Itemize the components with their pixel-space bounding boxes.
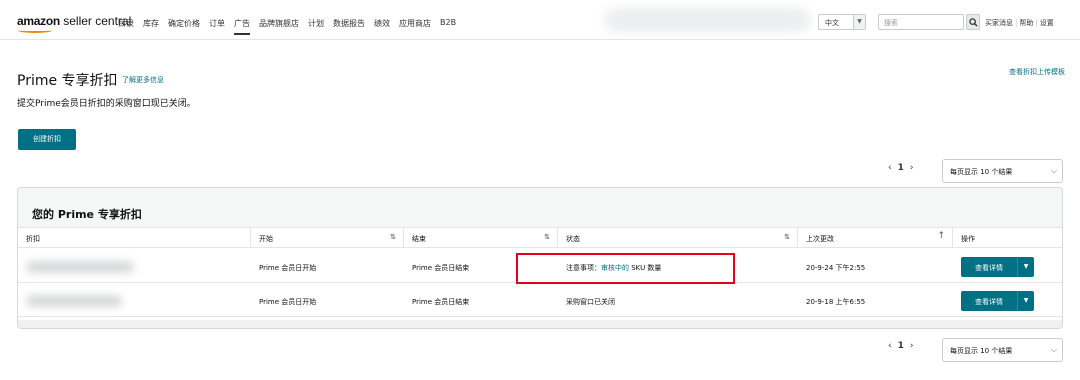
- page-title: Prime 专享折扣: [17, 73, 118, 89]
- nav-item-orders[interactable]: 订单: [209, 18, 225, 35]
- sort-icon[interactable]: ⇅: [390, 233, 396, 241]
- search-button[interactable]: [966, 14, 980, 30]
- current-page[interactable]: 1: [898, 341, 904, 351]
- learn-more-link[interactable]: 了解更多信息: [122, 75, 164, 85]
- logo-smile-icon: [18, 28, 52, 33]
- nav-item-catalog[interactable]: 目录: [118, 18, 134, 35]
- window-closed-notice: 提交Prime会员日折扣的采购窗口现已关闭。: [17, 99, 196, 109]
- upload-template-link[interactable]: 查看折扣上传模板: [1009, 67, 1065, 77]
- nav-item-appstore[interactable]: 应用商店: [399, 18, 431, 35]
- nav-item-performance[interactable]: 绩效: [374, 18, 390, 35]
- settings-link[interactable]: 设置: [1040, 19, 1054, 27]
- panel-header: 您的 Prime 专享折扣: [18, 188, 1062, 228]
- main-nav: 目录 库存 确定价格 订单 广告 品牌旗舰店 计划 数据报告 绩效 应用商店 B…: [118, 18, 456, 35]
- current-page[interactable]: 1: [898, 163, 904, 173]
- next-page-button[interactable]: ›: [910, 341, 914, 351]
- amazon-seller-central-logo[interactable]: amazon seller central: [17, 14, 131, 33]
- prev-page-button[interactable]: ‹: [888, 163, 892, 173]
- chevron-down-icon: ▼: [853, 15, 865, 29]
- nav-item-pricing[interactable]: 确定价格: [168, 18, 200, 35]
- last-modified-cell: 20-9-18 上午6:55: [806, 298, 866, 306]
- status-cell: 采购窗口已关闭: [566, 298, 615, 306]
- column-header-last-modified[interactable]: 上次更改 ↑: [798, 228, 952, 248]
- language-select[interactable]: 中文 ▼: [818, 14, 866, 30]
- sort-ascending-icon[interactable]: ↑: [937, 231, 945, 241]
- column-header-status[interactable]: 状态 ⇅: [558, 228, 797, 248]
- sort-icon[interactable]: ⇅: [784, 233, 790, 241]
- last-modified-cell: 20-9-24 下午2:55: [806, 264, 866, 272]
- column-header-action: 操作: [953, 228, 1062, 248]
- nav-item-reports[interactable]: 数据报告: [333, 18, 365, 35]
- table-title: 您的 Prime 专享折扣: [32, 208, 142, 221]
- next-page-button[interactable]: ›: [910, 163, 914, 173]
- create-discount-button[interactable]: 创建折扣: [18, 129, 76, 150]
- top-navigation-bar: amazon seller central 目录 库存 确定价格 订单 广告 品…: [0, 0, 1080, 40]
- annotation-highlight-box: [516, 253, 735, 284]
- column-header-end[interactable]: 结束 ⇅: [404, 228, 557, 248]
- redacted-discount-name: [26, 295, 122, 307]
- table-row: Prime 会员日开始 Prime 会员日结束 采购窗口已关闭 20-9-18 …: [18, 284, 1062, 317]
- pagination-top: ‹ 1 ›: [888, 163, 913, 173]
- pagination-bottom: ‹ 1 ›: [888, 341, 913, 351]
- buyer-messages-link[interactable]: 买家消息: [985, 19, 1013, 27]
- per-page-select[interactable]: 每页显示 10 个结果 ⌵: [942, 338, 1063, 362]
- start-cell: Prime 会员日开始: [259, 264, 317, 272]
- redacted-discount-name: [26, 261, 134, 273]
- chevron-down-icon: ⌵: [1050, 345, 1057, 354]
- search-input[interactable]: 搜索: [878, 14, 964, 30]
- nav-item-b2b[interactable]: B2B: [440, 18, 456, 35]
- sort-icon[interactable]: ⇅: [544, 233, 550, 241]
- header-links: 买家消息 | 帮助 | 设置: [985, 19, 1054, 27]
- nav-item-inventory[interactable]: 库存: [143, 18, 159, 35]
- chevron-down-icon[interactable]: ▼: [1017, 257, 1034, 277]
- end-cell: Prime 会员日结束: [412, 264, 470, 272]
- nav-item-advertising[interactable]: 广告: [234, 18, 250, 35]
- table-scrollbar[interactable]: [18, 320, 1062, 328]
- column-header-discount: 折扣: [18, 228, 250, 248]
- start-cell: Prime 会员日开始: [259, 298, 317, 306]
- view-details-button[interactable]: 查看详情 ▼: [961, 291, 1034, 311]
- nav-item-stores[interactable]: 品牌旗舰店: [259, 18, 299, 35]
- chevron-down-icon[interactable]: ▼: [1017, 291, 1034, 311]
- help-link[interactable]: 帮助: [1019, 19, 1033, 27]
- chevron-down-icon: ⌵: [1050, 166, 1057, 175]
- prev-page-button[interactable]: ‹: [888, 341, 892, 351]
- column-header-start[interactable]: 开始 ⇅: [251, 228, 403, 248]
- redacted-account-info: [605, 8, 810, 32]
- search-icon: [969, 18, 978, 27]
- nav-item-programs[interactable]: 计划: [308, 18, 324, 35]
- per-page-select[interactable]: 每页显示 10 个结果 ⌵: [942, 159, 1063, 183]
- end-cell: Prime 会员日结束: [412, 298, 470, 306]
- view-details-button[interactable]: 查看详情 ▼: [961, 257, 1034, 277]
